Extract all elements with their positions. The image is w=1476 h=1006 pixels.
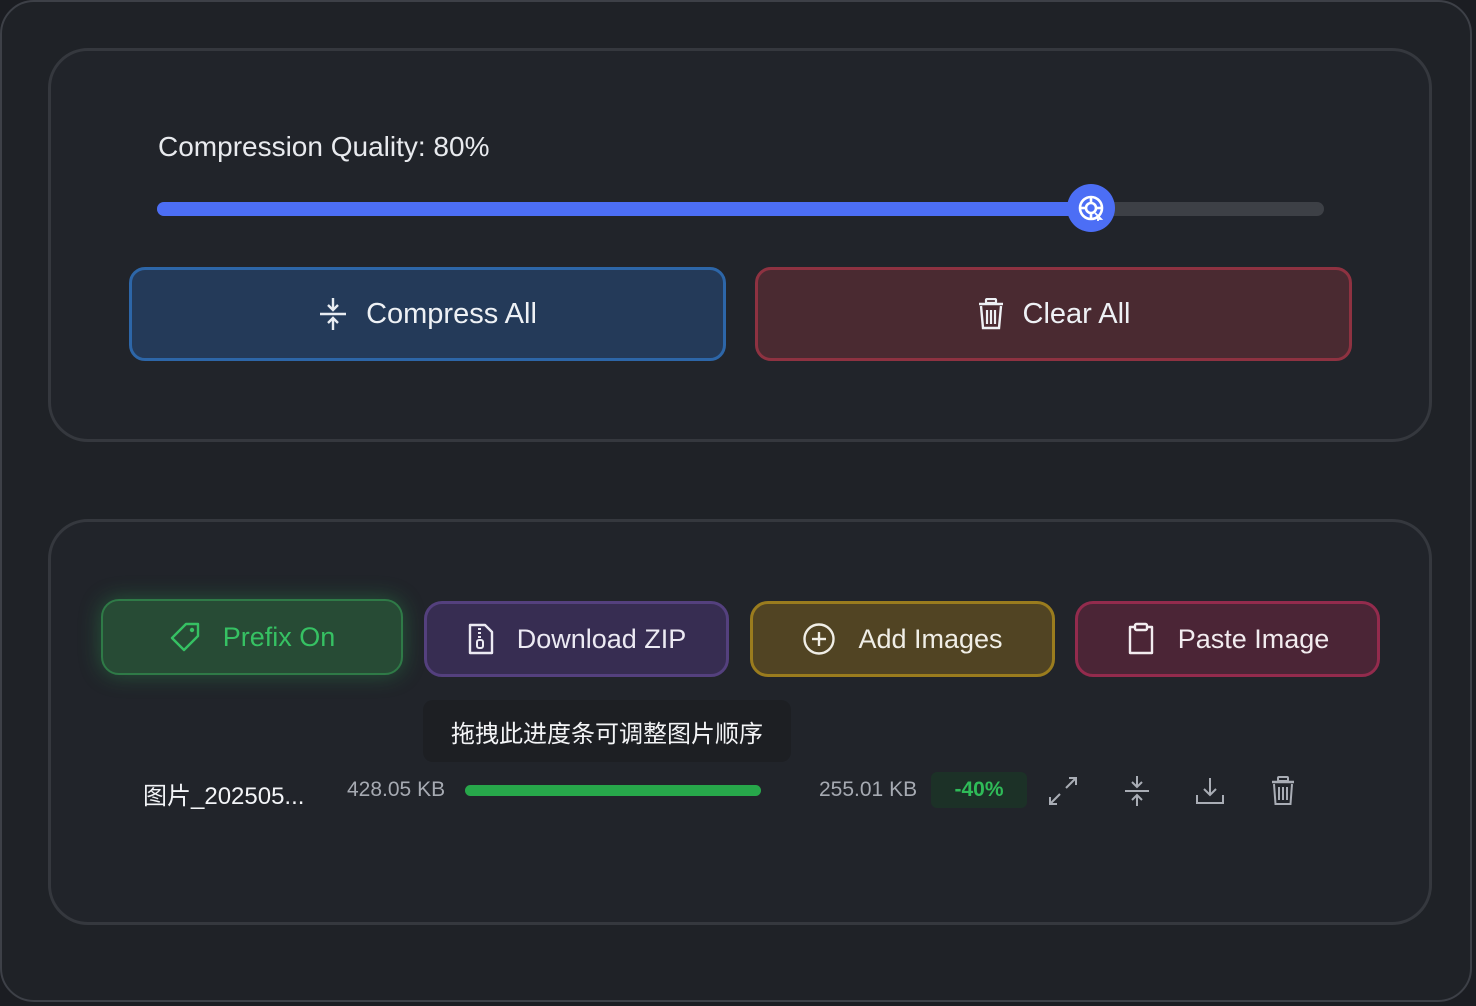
compress-icon [320,298,347,330]
prefix-toggle-button[interactable]: Prefix On [101,599,403,675]
trash-icon [1272,776,1294,805]
quality-label: Compression Quality: 80% [158,131,490,162]
reduction-badge: -40% [931,772,1027,808]
expand-icon [1049,777,1077,805]
zip-file-icon [468,623,493,655]
quality-slider[interactable] [157,184,1324,232]
compress-all-button[interactable]: Compress All [129,267,726,361]
compression-progress-bar[interactable] [465,785,761,796]
trash-icon [978,298,1003,330]
plus-circle-icon [803,623,836,655]
paste-image-label: Paste Image [1177,623,1330,654]
clipboard-icon [1128,622,1153,655]
add-images-label: Add Images [858,623,1003,654]
download-zip-button[interactable]: Download ZIP [424,601,729,677]
prefix-toggle-label: Prefix On [222,621,336,652]
download-file-button[interactable] [1193,774,1227,808]
compression-progress-fill [465,785,761,796]
add-images-button[interactable]: Add Images [750,601,1055,677]
compress-icon [1125,776,1149,806]
file-name: 图片_202505... [143,783,305,810]
compress-file-button[interactable] [1120,774,1154,808]
quality-slider-thumb[interactable] [1066,184,1115,232]
file-row: 图片_202505... 428.05 KB 255.01 KB -40% [51,752,1429,828]
paste-image-button[interactable]: Paste Image [1075,601,1380,677]
app-window: Compression Quality: 80% Compress All Cl… [0,0,1472,1002]
compression-settings-panel: Compression Quality: 80% Compress All Cl… [48,48,1432,442]
image-list-panel: Prefix On Download ZIP Add Images Paste … [48,519,1432,925]
clear-all-button[interactable]: Clear All [755,267,1352,361]
preview-button[interactable] [1046,774,1080,808]
download-icon [1196,778,1224,804]
lifebuoy-icon [1078,195,1103,221]
compress-all-label: Compress All [366,297,537,330]
tag-icon [170,622,199,652]
quality-slider-fill [157,202,1091,216]
delete-file-button[interactable] [1266,774,1300,808]
compressed-size: 255.01 KB [819,778,918,801]
clear-all-label: Clear All [1022,297,1131,330]
download-zip-label: Download ZIP [516,623,687,654]
original-size: 428.05 KB [347,778,446,801]
